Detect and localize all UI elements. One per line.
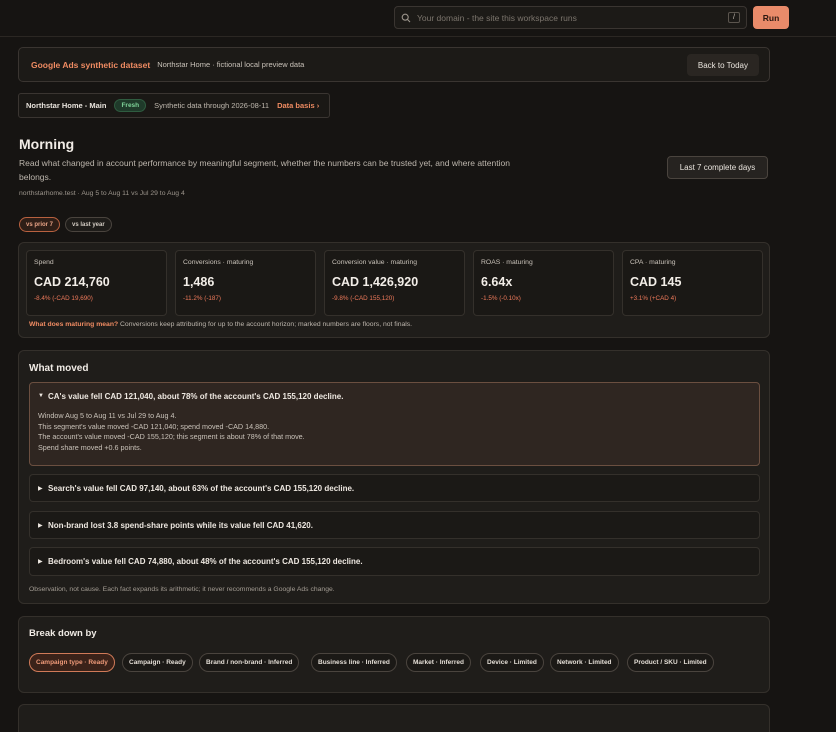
fact-item[interactable]: ▶ Search's value fell CAD 97,140, about … bbox=[29, 474, 760, 502]
segment-chip-brand[interactable]: Brand / non-brand · Inferred bbox=[199, 653, 300, 672]
kpi-label: Conversion value · maturing bbox=[332, 259, 418, 266]
kpi-value: CAD 214,760 bbox=[34, 275, 110, 289]
segment-chip-device[interactable]: Device · Limited bbox=[480, 653, 544, 672]
date-range-button[interactable]: Last 7 complete days bbox=[667, 156, 768, 179]
kpi-label: CPA · maturing bbox=[630, 259, 676, 266]
kpi-card-conversion-value: Conversion value · maturing CAD 1,426,92… bbox=[324, 250, 465, 316]
kpi-card-roas: ROAS · maturing 6.64x -1.5% (-0.10x) bbox=[473, 250, 614, 316]
dataset-banner: Google Ads synthetic dataset Northstar H… bbox=[18, 47, 770, 82]
kpi-delta: +3.1% (+CAD 4) bbox=[630, 295, 677, 302]
fact-detail-line: Window Aug 5 to Aug 11 vs Jul 29 to Aug … bbox=[38, 411, 177, 420]
segment-chip-campaign[interactable]: Campaign · Ready bbox=[122, 653, 193, 672]
kpi-delta: -11.2% (-187) bbox=[183, 295, 222, 302]
maturing-note: What does maturing mean? Conversions kee… bbox=[29, 321, 412, 328]
segment-chip-campaign-type[interactable]: Campaign type · Ready bbox=[29, 653, 115, 672]
kpi-card-conversions: Conversions · maturing 1,486 -11.2% (-18… bbox=[175, 250, 316, 316]
kpi-delta: -1.5% (-0.10x) bbox=[481, 295, 521, 302]
shortcut-hint: / bbox=[728, 12, 740, 23]
break-down-title: Break down by bbox=[29, 628, 97, 639]
run-button[interactable]: Run bbox=[753, 6, 789, 29]
top-bar: / Run bbox=[0, 0, 836, 37]
banner-subtitle: Northstar Home · fictional local preview… bbox=[157, 60, 305, 69]
data-basis-link[interactable]: Data basis › bbox=[277, 101, 319, 110]
fact-item[interactable]: ▶ Non-brand lost 3.8 spend-share points … bbox=[29, 511, 760, 539]
page-meta: northstarhome.test · Aug 5 to Aug 11 vs … bbox=[19, 190, 185, 197]
status-badge: Fresh bbox=[114, 99, 147, 112]
what-moved-panel: What moved ▼ CA's value fell CAD 121,040… bbox=[18, 350, 770, 604]
kpi-value: CAD 1,426,920 bbox=[332, 275, 419, 289]
segment-chip-market[interactable]: Market · Inferred bbox=[406, 653, 471, 672]
kpi-label: Spend bbox=[34, 259, 54, 266]
fact-item[interactable]: ▶ Bedroom's value fell CAD 74,880, about… bbox=[29, 547, 760, 576]
kpi-card-cpa: CPA · maturing CAD 145 +3.1% (+CAD 4) bbox=[622, 250, 763, 316]
kpi-card-spend: Spend CAD 214,760 -8.4% (-CAD 19,690) bbox=[26, 250, 167, 316]
triangle-down-icon: ▼ bbox=[38, 393, 44, 399]
data-through: Synthetic data through 2026-08-11 bbox=[154, 101, 270, 110]
domain-search-field[interactable]: / bbox=[394, 6, 747, 29]
break-down-panel: Break down by Campaign type · Ready Camp… bbox=[18, 616, 770, 693]
what-moved-title: What moved bbox=[29, 363, 89, 374]
domain-search-input[interactable] bbox=[417, 12, 728, 23]
segment-chip-network[interactable]: Network · Limited bbox=[550, 653, 619, 672]
kpi-delta: -9.8% (-CAD 155,120) bbox=[332, 295, 395, 302]
fact-headline: CA's value fell CAD 121,040, about 78% o… bbox=[48, 391, 344, 401]
fact-details: Window Aug 5 to Aug 11 vs Jul 29 to Aug … bbox=[30, 409, 759, 453]
fact-headline: Non-brand lost 3.8 spend-share points wh… bbox=[48, 520, 313, 530]
triangle-right-icon: ▶ bbox=[38, 558, 43, 565]
triangle-right-icon: ▶ bbox=[38, 485, 43, 492]
back-to-today-button[interactable]: Back to Today bbox=[686, 54, 759, 76]
what-moved-footnote: Observation, not cause. Each fact expand… bbox=[29, 586, 335, 593]
fact-detail-line: This segment's value moved -CAD 121,040;… bbox=[38, 421, 270, 431]
triangle-right-icon: ▶ bbox=[38, 522, 43, 529]
kpi-label: Conversions · maturing bbox=[183, 259, 254, 266]
page-title: Morning bbox=[19, 136, 75, 152]
kpi-panel: Spend CAD 214,760 -8.4% (-CAD 19,690) Co… bbox=[18, 242, 770, 338]
kpi-value: CAD 145 bbox=[630, 275, 682, 289]
maturing-help-link[interactable]: What does maturing mean? bbox=[29, 321, 118, 328]
page-description: Read what changed in account performance… bbox=[19, 158, 510, 182]
kpi-value: 1,486 bbox=[183, 275, 215, 289]
fact-headline: Search's value fell CAD 97,140, about 63… bbox=[48, 483, 355, 493]
account-name: Northstar Home - Main bbox=[26, 101, 107, 110]
segment-chip-product-sku[interactable]: Product / SKU · Limited bbox=[627, 653, 714, 672]
compare-prior-7-chip[interactable]: vs prior 7 bbox=[19, 217, 61, 232]
compare-last-year-chip[interactable]: vs last year bbox=[65, 217, 112, 232]
fact-headline: Bedroom's value fell CAD 74,880, about 4… bbox=[48, 556, 363, 566]
fact-detail-line: Spend share moved +0.6 points. bbox=[38, 442, 142, 452]
fact-detail-line: The account's value moved -CAD 155,120; … bbox=[38, 432, 305, 441]
maturing-explanation: Conversions keep attributing for up to t… bbox=[120, 321, 413, 328]
kpi-delta: -8.4% (-CAD 19,690) bbox=[34, 295, 93, 302]
next-panel bbox=[18, 704, 770, 732]
banner-title: Google Ads synthetic dataset bbox=[31, 59, 151, 70]
kpi-value: 6.64x bbox=[481, 275, 513, 289]
fact-item-expanded[interactable]: ▼ CA's value fell CAD 121,040, about 78%… bbox=[29, 382, 760, 466]
segment-chip-business-line[interactable]: Business line · Inferred bbox=[311, 653, 397, 672]
account-status: Northstar Home - Main Fresh Synthetic da… bbox=[18, 93, 330, 118]
kpi-label: ROAS · maturing bbox=[481, 259, 533, 266]
search-icon bbox=[401, 13, 411, 22]
